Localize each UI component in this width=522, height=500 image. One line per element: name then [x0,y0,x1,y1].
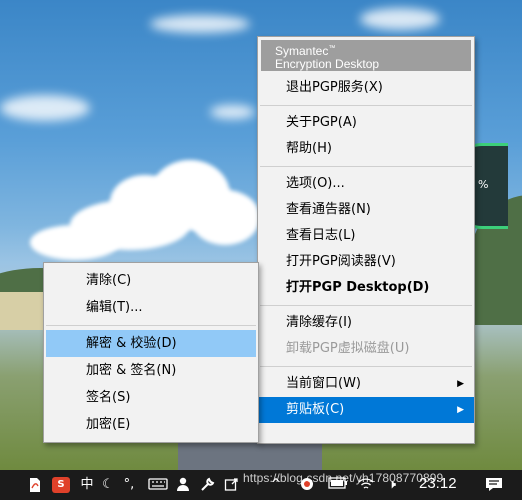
menu-item-exit-pgp[interactable]: 退出PGP服务(X) [258,75,474,101]
gauge-label: % [478,178,489,191]
submenu-item-encrypt[interactable]: 加密(E) [44,411,258,438]
menu-separator [260,305,472,306]
menu-item-current-window-label: 当前窗口(W) [286,376,361,391]
menu-separator [260,166,472,167]
menu-item-options[interactable]: 选项(O)... [258,171,474,197]
brand-name: Symantec [275,44,329,58]
cloud [30,225,120,260]
watermark-url: https://blog.csdn.net/yh17808770899 [243,471,444,485]
trademark-sign: ™ [328,45,336,52]
punctuation-indicator[interactable]: °, [120,477,138,493]
submenu-item-encrypt-sign[interactable]: 加密 & 签名(N) [44,357,258,384]
menu-item-clipboard-label: 剪贴板(C) [286,402,345,417]
cloud-wisp [210,105,255,119]
cloud-wisp [150,15,250,33]
submenu-item-edit[interactable]: 编辑(T)... [44,294,258,321]
clipboard-submenu: 清除(C) 编辑(T)... 解密 & 校验(D) 加密 & 签名(N) 签名(… [43,262,259,443]
submenu-arrow-icon: ▶ [457,379,464,389]
submenu-item-sign[interactable]: 签名(S) [44,384,258,411]
ime-mode-indicator[interactable]: 中 [79,477,95,493]
brand-product: Encryption Desktop [275,57,380,71]
menu-item-unmount-disk: 卸载PGP虚拟磁盘(U) [286,341,410,356]
menu-separator [260,105,472,106]
cloud-wisp [360,8,440,30]
menu-item-about[interactable]: 关于PGP(A) [258,110,474,136]
menu-separator [46,325,256,326]
moon-icon[interactable]: ☾ [100,477,116,493]
notifications-icon[interactable] [484,477,504,493]
symantec-context-menu: Symantec™ Encryption Desktop 退出PGP服务(X) … [257,36,475,444]
menu-item-view-log[interactable]: 查看日志(L) [258,223,474,249]
menu-item-clipboard[interactable]: 剪贴板(C) ▶ [258,397,474,423]
user-icon[interactable] [175,477,191,493]
wrench-icon[interactable] [199,477,215,493]
menu-item-open-desktop[interactable]: 打开PGP Desktop(D) [258,275,474,301]
submenu-item-clear[interactable]: 清除(C) [44,267,258,294]
pdf-icon[interactable] [28,477,42,493]
submenu-arrow-icon: ▶ [457,405,464,415]
tray-overflow-area [178,440,322,470]
expand-window-icon[interactable] [223,477,239,493]
menu-separator [260,366,472,367]
sogou-input-icon[interactable]: S [52,477,70,493]
cloud [190,190,260,245]
building [0,292,45,330]
brand-header: Symantec™ Encryption Desktop [261,40,471,71]
menu-item-view-notifier[interactable]: 查看通告器(N) [258,197,474,223]
cloud-wisp [0,95,90,121]
menu-item-current-window[interactable]: 当前窗口(W) ▶ [258,371,474,397]
submenu-item-decrypt-verify[interactable]: 解密 & 校验(D) [46,330,256,357]
menu-item-help[interactable]: 帮助(H) [258,136,474,162]
menu-item-clear-cache[interactable]: 清除缓存(I) [258,310,474,336]
keyboard-icon[interactable] [148,477,168,493]
menu-item-open-reader[interactable]: 打开PGP阅读器(V) [258,249,474,275]
